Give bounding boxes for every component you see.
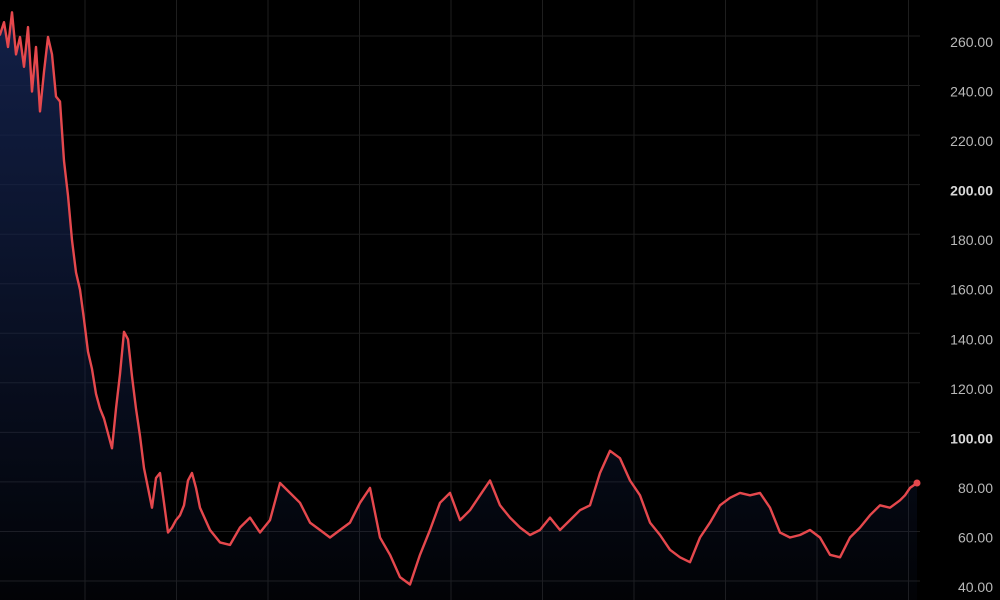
chart-root: 40.00 60.00 80.00 100.00 120.00 140.00 160.00 1…: [0, 0, 1000, 600]
y-tick-label: 60.00: [958, 530, 993, 546]
y-tick-label: 120.00: [950, 381, 993, 397]
price-chart: 40.00 60.00 80.00 100.00 120.00 140.00 160.00 1…: [0, 0, 1000, 600]
y-tick-label: 140.00: [950, 331, 993, 347]
y-tick-label: 100.00: [950, 430, 993, 446]
y-tick-label: 160.00: [950, 282, 993, 298]
y-tick-label: 260.00: [950, 34, 993, 50]
y-tick-label: 40.00: [958, 579, 993, 595]
y-tick-label: 220.00: [950, 133, 993, 149]
y-tick-label: 80.00: [958, 480, 993, 496]
y-tick-label: 240.00: [950, 84, 993, 100]
last-price-point[interactable]: [913, 479, 921, 487]
y-tick-label: 180.00: [950, 232, 993, 248]
last-point-layer: [913, 479, 921, 487]
y-tick-label: 200.00: [950, 183, 993, 199]
